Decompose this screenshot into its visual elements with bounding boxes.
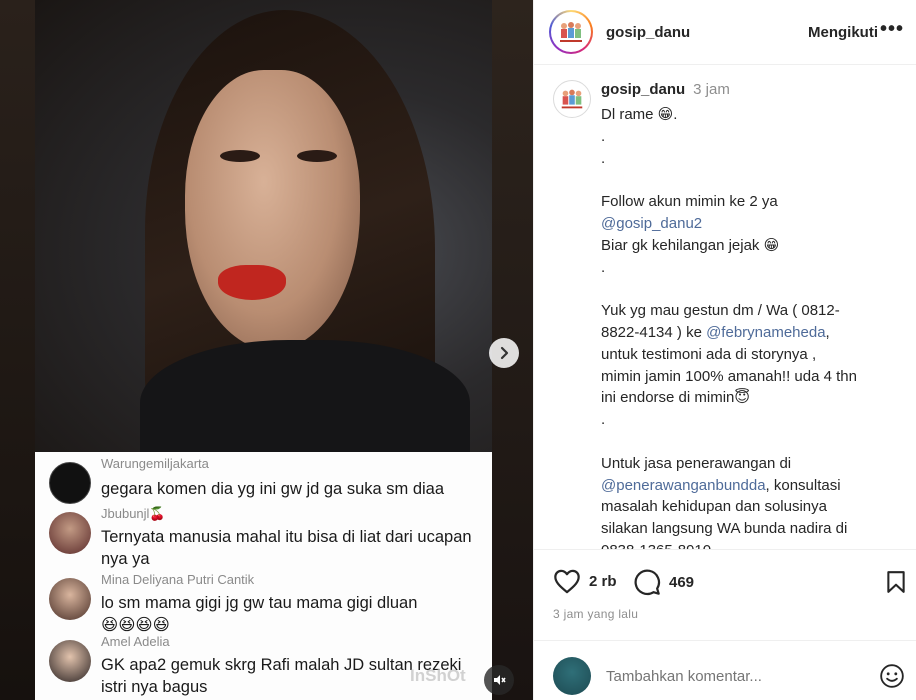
caption-line: [601, 278, 901, 300]
like-button[interactable]: 2 rb: [553, 568, 617, 594]
caption-line: 0838-1365-8910: [601, 540, 901, 549]
add-comment-bar: [534, 640, 916, 700]
comment-author: Mina Deliyana Putri Cantik: [101, 572, 255, 587]
video-subject-lips: [218, 265, 286, 300]
save-button[interactable]: [885, 570, 907, 599]
caption-line: Follow akun mimin ke 2 ya: [601, 193, 778, 211]
video-comment: Warungemiljakarta gegara komen dia yg in…: [49, 456, 444, 504]
video-subject-eye: [297, 150, 337, 162]
comment-text: Ternyata manusia mahal itu bisa di liat …: [101, 528, 472, 546]
caption-line: silakan langsung WA bunda nadira di: [601, 520, 848, 538]
comment-text: GK apa2 gemuk skrg Rafi malah JD sultan …: [101, 656, 462, 674]
caption-line: .: [601, 149, 606, 167]
current-user-avatar: [553, 657, 591, 695]
following-button[interactable]: Mengikuti: [808, 24, 878, 41]
inshot-watermark: InShOt: [410, 666, 466, 685]
chevron-right-icon: [500, 346, 509, 360]
comment-text: nya ya: [101, 550, 150, 568]
bookmark-icon: [887, 571, 905, 593]
caption-line: Biar gk kehilangan jejak 😁: [601, 236, 780, 254]
caption-line: Dl rame 😁.: [601, 106, 678, 123]
next-media-button[interactable]: [489, 338, 519, 368]
comment-button[interactable]: 469: [633, 568, 694, 596]
post-time-ago[interactable]: 3 jam yang lalu: [553, 607, 638, 621]
mention-link[interactable]: @gosip_danu2: [601, 213, 901, 235]
account-logo-icon: [561, 89, 583, 109]
caption-line: [601, 431, 901, 453]
post-media: Warungemiljakarta gegara komen dia yg in…: [0, 0, 533, 700]
video-comment: Amel Adelia GK apa2 gemuk skrg Rafi mala…: [49, 634, 461, 698]
post-actions: 2 rb 469 3 jam yang lalu: [534, 549, 916, 629]
caption-line: .: [601, 411, 606, 429]
comment-avatar: [49, 578, 91, 620]
like-count[interactable]: 2 rb: [589, 573, 617, 590]
caption-line: .: [601, 258, 606, 276]
emoji-smile-icon: [880, 664, 904, 688]
speaker-muted-icon: [494, 675, 506, 685]
video-blur-left: [0, 0, 35, 700]
caption-time: 3 jam: [693, 81, 730, 98]
video-subject-face: [185, 70, 360, 350]
caption-line: Untuk jasa penerawangan di: [601, 454, 792, 472]
comment-text: istri nya bagus: [101, 678, 208, 696]
caption-line: mimin jamin 100% amanah!! uda 4 thn: [601, 367, 857, 385]
caption-line: 8822-4134 ) ke @febrynameheda,: [601, 323, 830, 341]
mute-button[interactable]: [484, 665, 514, 695]
video-comment: Jbubunjl🍒 Ternyata manusia mahal itu bis…: [49, 506, 472, 570]
add-comment-input[interactable]: [606, 668, 826, 685]
comment-text: gegara komen dia yg ini gw jd ga suka sm…: [101, 480, 445, 498]
caption-text: Dl rame 😁. . . Follow akun mimin ke 2 ya…: [601, 104, 901, 549]
caption-username[interactable]: gosip_danu: [601, 81, 685, 98]
emoji-button[interactable]: [879, 663, 905, 694]
comment-avatar: [49, 640, 91, 682]
profile-avatar[interactable]: [549, 10, 593, 54]
comment-avatar: [49, 462, 91, 504]
comment-author: Warungemiljakarta: [101, 456, 209, 471]
caption-line: ini endorse di mimin😇: [601, 389, 751, 407]
caption-line: Yuk yg mau gestun dm / Wa ( 0812-: [601, 302, 840, 320]
comment-avatar: [49, 512, 91, 554]
comment-text: 😆😆😆😆: [101, 616, 170, 634]
video-frame[interactable]: [35, 0, 492, 455]
caption-line: [601, 169, 901, 191]
caption-line: @penerawanganbundda, konsultasi: [601, 476, 841, 494]
video-comment-overlay: Warungemiljakarta gegara komen dia yg in…: [35, 452, 492, 700]
comment-text: lo sm mama gigi jg gw tau mama gigi dlua…: [101, 594, 418, 612]
post-panel: gosip_danu Mengikuti ••• gosip_danu 3 jam…: [533, 0, 916, 700]
caption-header: gosip_danu 3 jam: [601, 81, 730, 98]
caption-line: masalah kehidupan dan solusinya: [601, 498, 827, 516]
caption-avatar[interactable]: [553, 80, 591, 118]
mention-link[interactable]: @febrynameheda: [706, 324, 825, 341]
post-header: gosip_danu Mengikuti •••: [534, 0, 916, 65]
caption-line: untuk testimoni ada di storynya ,: [601, 345, 817, 363]
comment-author: Amel Adelia: [101, 634, 170, 649]
heart-icon: [554, 569, 580, 594]
video-comment: Mina Deliyana Putri Cantik lo sm mama gi…: [49, 572, 417, 636]
comment-count[interactable]: 469: [669, 574, 694, 591]
video-subject-shirt: [140, 340, 470, 455]
comment-icon: [634, 569, 661, 596]
video-subject-eye: [220, 150, 260, 162]
caption-scroll-area[interactable]: gosip_danu 3 jam Dl rame 😁. . . Follow ak…: [534, 66, 916, 549]
more-options-button[interactable]: •••: [880, 18, 904, 41]
comment-author: Jbubunjl🍒: [101, 506, 166, 521]
post-author-username[interactable]: gosip_danu: [606, 24, 690, 41]
mention-link[interactable]: @penerawanganbundda: [601, 477, 766, 494]
caption-line: .: [601, 127, 606, 145]
account-logo-icon: [560, 22, 582, 42]
